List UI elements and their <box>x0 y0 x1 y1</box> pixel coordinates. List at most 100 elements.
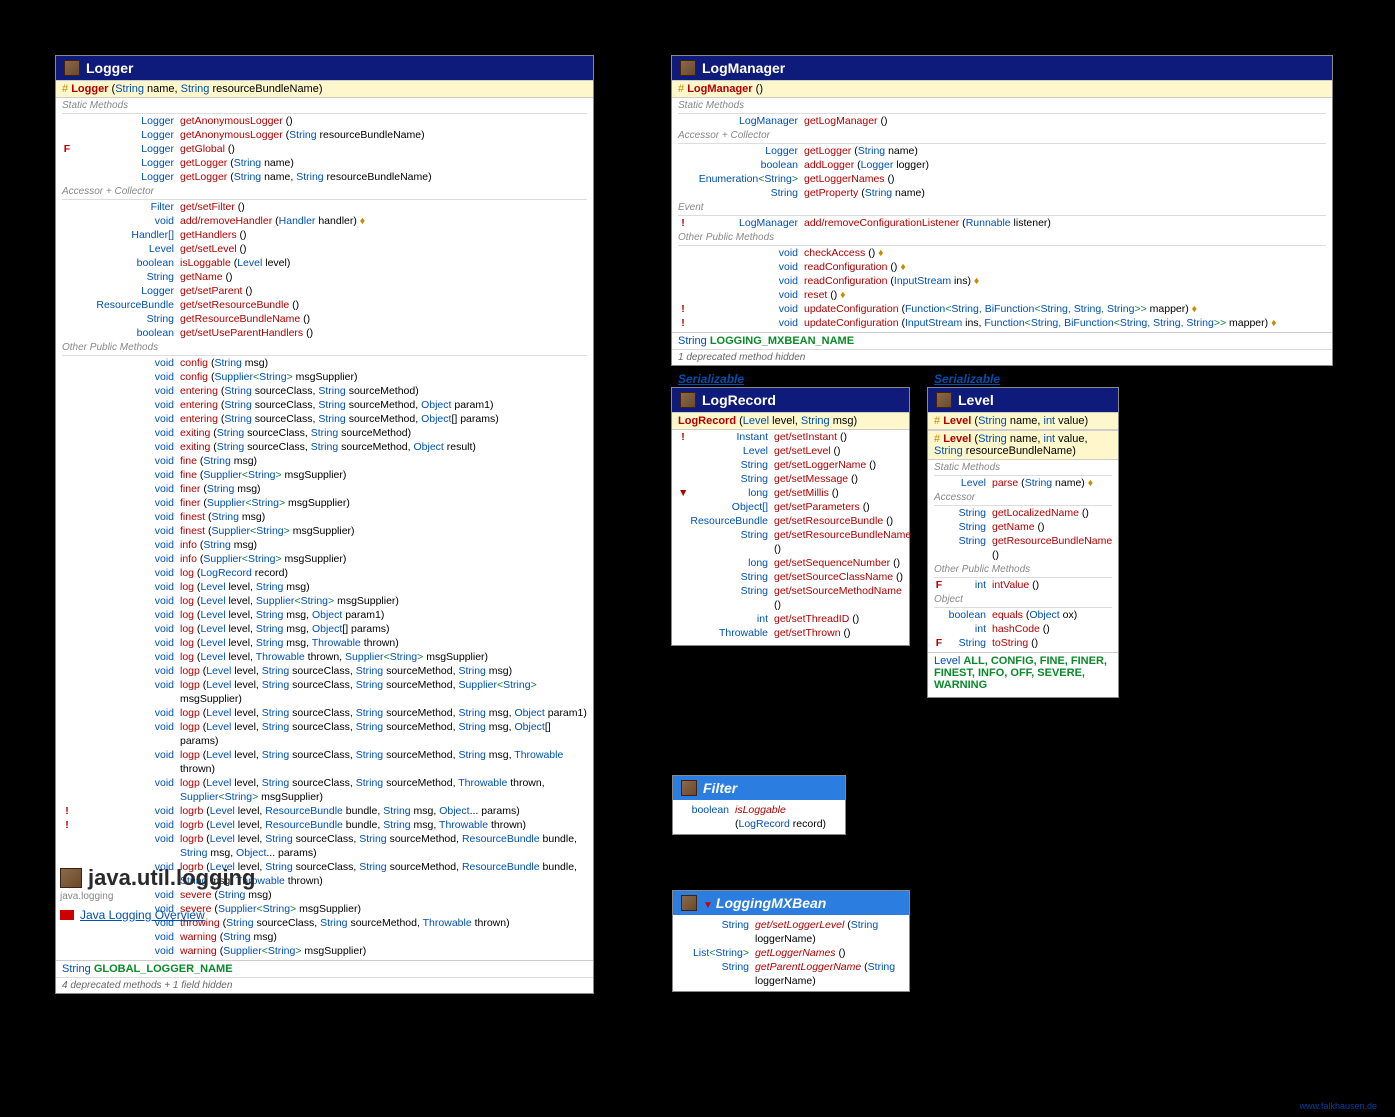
method-row: voidfine (String msg) <box>62 454 587 468</box>
method-row: voidlogp (Level level, String sourceClas… <box>62 748 587 776</box>
method-row: StringgetResourceBundleName () <box>934 534 1112 562</box>
method-row: voidentering (String sourceClass, String… <box>62 398 587 412</box>
method-row: voidfine (Supplier<String> msgSupplier) <box>62 468 587 482</box>
section-title: Other Public Methods <box>934 562 1112 578</box>
method-row: Object[]get/setParameters () <box>678 500 903 514</box>
method-row: voidfiner (String msg) <box>62 482 587 496</box>
method-row: voidcheckAccess () ♦ <box>678 246 1326 260</box>
method-row: voidfiner (Supplier<String> msgSupplier) <box>62 496 587 510</box>
section-title: Other Public Methods <box>678 230 1326 246</box>
method-row: Levelget/setLevel () <box>678 444 903 458</box>
header-logmanager: LogManager <box>672 56 1332 80</box>
header-logrecord: LogRecord <box>672 388 909 412</box>
section-title: Event <box>678 200 1326 216</box>
method-row: voidlog (Level level, Supplier<String> m… <box>62 594 587 608</box>
method-row: FintintValue () <box>934 578 1112 592</box>
method-row: voidlogp (Level level, String sourceClas… <box>62 776 587 804</box>
section-title: Accessor + Collector <box>678 128 1326 144</box>
section-title: Accessor + Collector <box>62 184 587 200</box>
method-row: voidfinest (String msg) <box>62 510 587 524</box>
title-level: Level <box>958 392 994 408</box>
package-icon <box>60 868 82 888</box>
method-row: StringgetName () <box>62 270 587 284</box>
header-filter: Filter <box>673 776 845 800</box>
panel-logmanager: LogManager # LogManager () Static Method… <box>671 55 1333 366</box>
method-row: voidlogp (Level level, String sourceClas… <box>62 706 587 720</box>
method-row: voidlog (Level level, String msg, Throwa… <box>62 636 587 650</box>
method-row: Levelget/setLevel () <box>62 242 587 256</box>
package-name: java.util.logging <box>88 865 255 891</box>
method-row: voidwarning (Supplier<String> msgSupplie… <box>62 944 587 958</box>
method-row: voidconfig (String msg) <box>62 356 587 370</box>
method-row: Filterget/setFilter () <box>62 200 587 214</box>
method-row: StringgetProperty (String name) <box>678 186 1326 200</box>
title-filter: Filter <box>703 780 737 796</box>
interface-icon <box>681 780 697 796</box>
method-row: voidentering (String sourceClass, String… <box>62 412 587 426</box>
class-icon <box>680 392 696 408</box>
method-row: Stringget/setResourceBundleName () <box>678 528 903 556</box>
constructor: # Level (String name, int value) <box>928 412 1118 430</box>
method-row: !Instantget/setInstant () <box>678 430 903 444</box>
method-row: Stringget/setMessage () <box>678 472 903 486</box>
method-row: intget/setThreadID () <box>678 612 903 626</box>
header-mxbean: LoggingMXBean <box>673 891 909 915</box>
watermark-link[interactable]: www.falkhausen.de <box>1299 1101 1377 1111</box>
method-row: Enumeration<String>getLoggerNames () <box>678 172 1326 186</box>
const-logmanager: String LOGGING_MXBEAN_NAME <box>672 332 1332 349</box>
section-title: Static Methods <box>678 98 1326 114</box>
method-row: !voidlogrb (Level level, ResourceBundle … <box>62 804 587 818</box>
header-level: Level <box>928 388 1118 412</box>
method-row: voidinfo (Supplier<String> msgSupplier) <box>62 552 587 566</box>
interface-icon <box>681 895 697 911</box>
method-row: voidlogp (Level level, String sourceClas… <box>62 664 587 678</box>
constructor: LogRecord (Level level, String msg) <box>672 412 909 430</box>
panel-mxbean: LoggingMXBean Stringget/setLoggerLevel (… <box>672 890 910 992</box>
method-row: Handler[]getHandlers () <box>62 228 587 242</box>
method-row: !voidlogrb (Level level, ResourceBundle … <box>62 818 587 832</box>
method-row: LoggergetLogger (String name) <box>678 144 1326 158</box>
method-row: voidconfig (Supplier<String> msgSupplier… <box>62 370 587 384</box>
constructor: # LogManager () <box>672 80 1332 98</box>
method-row: booleanisLoggable (LogRecord record) <box>679 803 839 831</box>
footer-logmanager: 1 deprecated method hidden <box>672 349 1332 365</box>
method-row: LoggergetLogger (String name) <box>62 156 587 170</box>
method-row: voidreset () ♦ <box>678 288 1326 302</box>
method-row: voidlogp (Level level, String sourceClas… <box>62 678 587 706</box>
method-row: LoggergetAnonymousLogger (String resourc… <box>62 128 587 142</box>
class-icon <box>936 392 952 408</box>
method-row: !voidupdateConfiguration (Function<Strin… <box>678 302 1326 316</box>
method-row: StringgetName () <box>934 520 1112 534</box>
method-row: booleanget/setUseParentHandlers () <box>62 326 587 340</box>
overview-link[interactable]: Java Logging Overview <box>60 908 255 922</box>
method-row: voidfinest (Supplier<String> msgSupplier… <box>62 524 587 538</box>
method-row: voidentering (String sourceClass, String… <box>62 384 587 398</box>
const-level: Level ALL, CONFIG, FINE, FINER, FINEST, … <box>928 652 1118 697</box>
method-row: ResourceBundleget/setResourceBundle () <box>678 514 903 528</box>
method-row: Loggerget/setParent () <box>62 284 587 298</box>
method-row: FStringtoString () <box>934 636 1112 650</box>
package-block: java.util.logging java.logging Java Logg… <box>60 865 255 922</box>
constructor: # Level (String name, int value, String … <box>928 430 1118 460</box>
title-logger: Logger <box>86 60 133 76</box>
title-logrecord: LogRecord <box>702 392 776 408</box>
method-row: voidreadConfiguration () ♦ <box>678 260 1326 274</box>
method-row: voidadd/removeHandler (Handler handler) … <box>62 214 587 228</box>
method-row: Stringget/setSourceMethodName () <box>678 584 903 612</box>
method-row: Levelparse (String name) ♦ <box>934 476 1112 490</box>
method-row: LoggergetLogger (String name, String res… <box>62 170 587 184</box>
section-title: Accessor <box>934 490 1112 506</box>
panel-level: Level # Level (String name, int value)# … <box>927 387 1119 698</box>
method-row: Stringget/setSourceClassName () <box>678 570 903 584</box>
method-row: longget/setSequenceNumber () <box>678 556 903 570</box>
panel-logger: Logger # Logger (String name, String res… <box>55 55 594 994</box>
method-row: booleanaddLogger (Logger logger) <box>678 158 1326 172</box>
class-icon <box>680 60 696 76</box>
title-logmanager: LogManager <box>702 60 785 76</box>
method-row: booleanequals (Object ox) <box>934 608 1112 622</box>
method-row: FLoggergetGlobal () <box>62 142 587 156</box>
header-logger: Logger <box>56 56 593 80</box>
method-row: voidexiting (String sourceClass, String … <box>62 426 587 440</box>
method-row: ▼longget/setMillis () <box>678 486 903 500</box>
method-row: StringgetResourceBundleName () <box>62 312 587 326</box>
